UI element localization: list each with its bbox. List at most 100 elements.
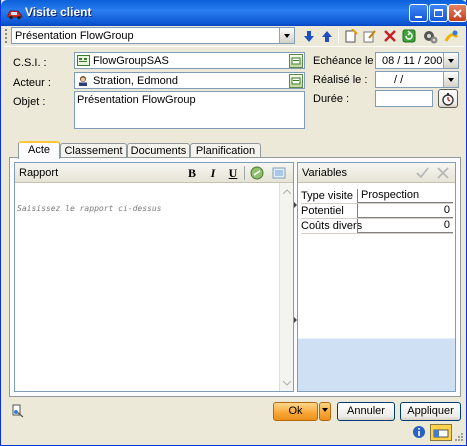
previous-button[interactable] <box>319 28 335 44</box>
duree-input[interactable] <box>375 90 433 107</box>
link-icon[interactable] <box>250 166 264 180</box>
duree-timer-button[interactable] <box>438 89 458 108</box>
toolbar-divider <box>4 46 464 47</box>
visit-selector[interactable]: Présentation FlowGroup <box>11 27 295 44</box>
tab-acte-label: Acte <box>27 144 50 156</box>
variables-header: Variables <box>298 163 455 183</box>
realise-dropdown[interactable] <box>443 72 458 87</box>
tab-planification-label: Planification <box>195 145 256 157</box>
rapport-toolbar: Rapport B I U <box>15 163 293 183</box>
variable-key: Type visite <box>301 190 353 202</box>
acteur-field[interactable]: Stration, Edmond <box>74 72 305 89</box>
tab-acte[interactable]: Acte <box>18 141 60 159</box>
help-button[interactable] <box>443 28 459 44</box>
chevron-down-icon <box>284 33 290 38</box>
settings-button[interactable] <box>422 28 438 44</box>
cancel-icon[interactable] <box>437 167 449 179</box>
gears-icon <box>423 30 437 43</box>
minimize-icon <box>415 15 422 18</box>
properties-icon[interactable] <box>12 404 24 418</box>
new-visit-button[interactable] <box>343 28 359 44</box>
rapport-editor[interactable]: Saisissez le rapport ci-dessus <box>15 183 279 391</box>
toolbar-grip[interactable] <box>5 29 8 43</box>
new-document-icon <box>345 29 358 43</box>
ok-dropdown-button[interactable] <box>319 402 331 421</box>
delete-button[interactable] <box>382 28 398 44</box>
close-button[interactable] <box>448 4 467 22</box>
objet-field[interactable]: Présentation FlowGroup <box>74 91 305 129</box>
bold-button[interactable]: B <box>185 166 199 180</box>
appliquer-label: Appliquer <box>407 405 454 417</box>
rapport-pane: Rapport B I U Saisissez le rapport ci-de… <box>14 162 294 392</box>
realise-date-picker[interactable]: / / <box>375 71 459 88</box>
ok-label: Ok <box>288 405 303 417</box>
user-icon <box>79 76 87 86</box>
duree-label: Durée : <box>313 93 350 105</box>
variable-key: Coûts divers <box>301 220 363 232</box>
variables-table: Type visite Prospection Potentiel 0 Coût… <box>301 189 453 234</box>
visit-selector-value: Présentation FlowGroup <box>15 30 134 42</box>
company-icon <box>77 55 90 66</box>
edit-button[interactable] <box>362 28 378 44</box>
variables-row: Potentiel 0 <box>301 204 453 219</box>
tab-documents[interactable]: Documents <box>127 143 190 158</box>
csi-lookup-button[interactable] <box>289 54 303 68</box>
variable-value-type-visite[interactable]: Prospection <box>357 189 453 203</box>
echeance-dropdown[interactable] <box>443 53 458 68</box>
title-bar[interactable]: Visite client <box>1 0 467 26</box>
variables-row: Type visite Prospection <box>301 189 453 204</box>
acteur-lookup-button[interactable] <box>289 74 303 88</box>
visit-selector-dropdown[interactable] <box>279 28 294 43</box>
variable-key: Potentiel <box>301 205 344 217</box>
info-icon[interactable] <box>412 425 426 439</box>
arrow-down-icon <box>304 30 314 42</box>
objet-value: Présentation FlowGroup <box>77 94 196 106</box>
csi-label: C.S.I. : <box>13 57 47 69</box>
arrow-up-icon <box>322 30 332 42</box>
minimize-button[interactable] <box>409 4 428 22</box>
close-icon <box>453 8 462 18</box>
delete-icon <box>384 30 396 42</box>
variable-value-potentiel[interactable]: 0 <box>357 204 453 218</box>
variables-title: Variables <box>302 167 348 179</box>
variable-value-couts-divers[interactable]: 0 <box>357 219 453 233</box>
scroll-up-arrow[interactable] <box>281 185 293 197</box>
csi-field[interactable]: FlowGroupSAS <box>74 52 305 69</box>
eraser-icon <box>433 429 449 438</box>
tab-classement[interactable]: Classement <box>60 143 127 158</box>
annuler-label: Annuler <box>347 405 385 417</box>
rapport-title: Rapport <box>19 167 59 179</box>
chevron-up-icon <box>283 188 291 194</box>
echeance-date-picker[interactable]: 08 / 11 / 2005 <box>375 52 459 69</box>
tab-planification[interactable]: Planification <box>190 143 261 158</box>
underline-button[interactable]: U <box>226 166 240 180</box>
chevron-down-icon <box>283 380 291 386</box>
scroll-down-arrow[interactable] <box>281 377 293 389</box>
italic-button[interactable]: I <box>206 166 220 180</box>
notes-button[interactable] <box>430 424 452 441</box>
appliquer-button[interactable]: Appliquer <box>400 402 461 421</box>
lookup-icon <box>291 77 301 85</box>
toolbar-separator <box>338 28 339 44</box>
rapport-scrollbar[interactable] <box>279 183 293 391</box>
refresh-icon <box>402 29 416 43</box>
next-button[interactable] <box>301 28 317 44</box>
refresh-button[interactable] <box>401 28 417 44</box>
stopwatch-icon <box>442 93 454 106</box>
echeance-value: 08 / 11 / 2005 <box>382 55 449 67</box>
variables-pane: Variables Type visite Prospection Potent… <box>297 162 456 392</box>
rapport-placeholder: Saisissez le rapport ci-dessus <box>17 204 162 213</box>
annuler-button[interactable]: Annuler <box>337 402 395 421</box>
acteur-label: Acteur : <box>13 77 51 89</box>
lookup-icon <box>291 57 301 65</box>
chevron-down-icon <box>448 77 454 82</box>
csi-value: FlowGroupSAS <box>93 55 169 67</box>
insert-image-icon[interactable] <box>272 166 286 180</box>
tab-documents-label: Documents <box>130 145 187 157</box>
checkmark-icon[interactable] <box>416 167 429 179</box>
resize-grip-icon[interactable] <box>454 432 464 442</box>
ok-button[interactable]: Ok <box>273 402 318 421</box>
maximize-button[interactable] <box>429 4 448 22</box>
visit-window: Visite client Présentation FlowGroup C.S… <box>0 0 467 446</box>
objet-label: Objet : <box>13 96 46 108</box>
